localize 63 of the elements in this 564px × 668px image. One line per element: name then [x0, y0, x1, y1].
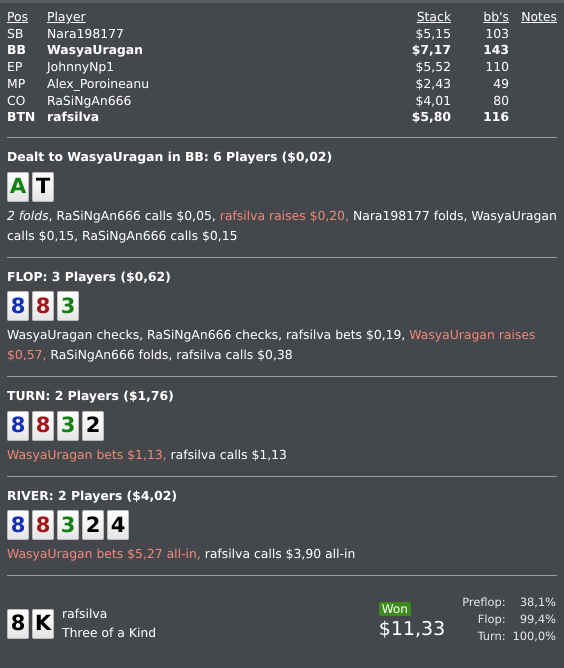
- playing-card: 4: [107, 510, 129, 540]
- position-cell: CO: [7, 92, 26, 108]
- equity-label: Preflop:: [462, 595, 506, 610]
- playing-card: 8: [7, 608, 29, 639]
- equity-value: 99,4%: [520, 612, 556, 626]
- street-title: RIVER: 2 Players ($4,02): [7, 486, 178, 505]
- street-title: FLOP: 3 Players ($0,62): [7, 268, 172, 286]
- big-blinds-cell: 103: [485, 26, 509, 41]
- action-summary: WasyaUragan bets $5,27 all-in, rafsilva calls $3,90 all-in: [7, 545, 356, 564]
- equity-value: 38,1%: [520, 595, 556, 610]
- position-cell: EP: [7, 59, 22, 74]
- winner-name: rafsilva: [62, 604, 108, 623]
- playing-card: 3: [57, 510, 79, 540]
- playing-card: 2: [82, 510, 104, 540]
- playing-card: 8: [7, 410, 29, 441]
- column-header-link[interactable]: Stack: [416, 9, 451, 24]
- player-name: JohnnyNp1: [47, 59, 114, 74]
- player-name: Nara198177: [47, 26, 124, 41]
- playing-card: 3: [57, 291, 79, 322]
- playing-card: 8: [32, 510, 54, 540]
- action-summary: WasyaUragan bets $1,13, rafsilva calls $1,13: [7, 446, 288, 464]
- equity-label: Turn:: [478, 629, 506, 644]
- stack-cell: $5,15: [416, 26, 451, 41]
- big-blinds-cell: 110: [485, 59, 509, 74]
- hand-rank: Three of a Kind: [62, 624, 156, 642]
- player-name: Alex_Poroineanu: [47, 76, 150, 91]
- player-name: RaSiNgAn666: [47, 92, 132, 108]
- column-header-link[interactable]: Player: [47, 9, 86, 24]
- column-header-link[interactable]: Notes: [521, 9, 557, 24]
- player-name: WasyaUragan: [47, 42, 143, 58]
- street-title: Dealt to WasyaUragan in BB: 6 Players ($0,02): [7, 148, 334, 166]
- action-summary: 2 folds, RaSiNgAn666 calls $0,05, rafsilva raises $0,20, Nara198177 folds, WasyaUragan calls $0,15, RaSiNgAn666 calls $0,15: [7, 206, 557, 245]
- playing-card: 8: [7, 510, 29, 540]
- playing-card: T: [32, 172, 54, 202]
- position-cell: BTN: [7, 109, 36, 124]
- position-cell: SB: [7, 26, 24, 41]
- playing-card: 8: [7, 291, 29, 322]
- player-name: rafsilva: [47, 109, 100, 124]
- stack-cell: $4,01: [416, 92, 451, 108]
- big-blinds-cell: 49: [493, 76, 509, 91]
- stack-cell: $2,43: [416, 76, 451, 91]
- playing-card: A: [7, 172, 29, 202]
- equity-value: 100,0%: [512, 629, 556, 644]
- column-header-link[interactable]: Pos: [7, 9, 28, 24]
- position-cell: MP: [7, 76, 26, 91]
- won-badge: Won: [378, 602, 411, 616]
- playing-card: 3: [57, 410, 79, 441]
- action-summary: WasyaUragan checks, RaSiNgAn666 checks, rafsilva bets $0,19, WasyaUragan raises $0,57, RaSiNgAn666 folds, rafsilva calls $0,38: [7, 326, 536, 364]
- equity-label: Flop:: [478, 612, 506, 626]
- stack-cell: $5,80: [412, 109, 451, 124]
- playing-card: 8: [32, 410, 54, 441]
- big-blinds-cell: 116: [483, 109, 509, 124]
- big-blinds-cell: 80: [493, 92, 509, 108]
- playing-card: 8: [32, 291, 54, 322]
- position-cell: BB: [7, 42, 26, 58]
- won-amount: $11,33: [378, 618, 446, 640]
- column-header-link[interactable]: bb's: [483, 9, 509, 24]
- playing-card: K: [32, 608, 54, 639]
- playing-card: 2: [82, 410, 104, 441]
- stack-cell: $7,17: [412, 42, 451, 58]
- stack-cell: $5,52: [416, 59, 451, 74]
- big-blinds-cell: 143: [483, 42, 509, 58]
- street-title: TURN: 2 Players ($1,76): [7, 387, 175, 406]
